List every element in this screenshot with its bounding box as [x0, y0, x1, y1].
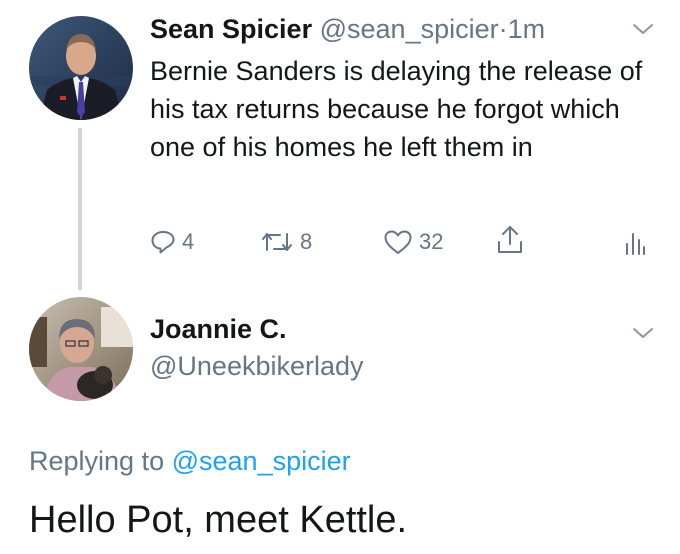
tweet2-handle[interactable]: @Uneekbikerlady — [150, 349, 364, 383]
chevron-down-icon[interactable] — [632, 326, 654, 340]
like-count: 32 — [419, 229, 444, 254]
tweet1-text: Bernie Sanders is delaying the release o… — [150, 56, 643, 162]
avatar-image — [29, 297, 133, 401]
like-button[interactable]: 32 — [383, 227, 443, 257]
share-button[interactable] — [495, 225, 525, 255]
retweet-icon — [262, 233, 292, 251]
replying-to-context: Replying to @sean_spicier — [29, 444, 351, 478]
retweet-count: 8 — [300, 229, 313, 254]
avatar-sean-spicier[interactable] — [29, 16, 133, 120]
analytics-button[interactable] — [624, 228, 646, 258]
tweet2-author-name[interactable]: Joannie C. — [150, 312, 287, 346]
heart-icon — [384, 230, 412, 254]
tweet1-separator: · — [498, 14, 508, 44]
reply-count: 4 — [182, 229, 195, 254]
tweet2-text: Hello Pot, meet Kettle. — [29, 499, 408, 541]
chevron-down-icon[interactable] — [632, 22, 654, 36]
replying-to-mention[interactable]: @sean_spicier — [172, 446, 351, 476]
replying-to-label: Replying to — [29, 446, 165, 476]
reply-icon — [151, 231, 175, 254]
avatar-image — [29, 16, 133, 120]
avatar-joannie-c[interactable] — [29, 297, 133, 401]
share-icon — [498, 226, 522, 253]
tweet1-author-name[interactable]: Sean Spicier — [150, 14, 312, 44]
reply-button[interactable]: 4 — [150, 227, 194, 257]
tweet1-timestamp[interactable]: 1m — [508, 14, 546, 44]
tweet1-header: Sean Spicier @sean_spicier·1m — [150, 12, 545, 46]
analytics-icon — [626, 233, 645, 255]
tweet1-handle[interactable]: @sean_spicier — [320, 14, 499, 44]
retweet-button[interactable]: 8 — [260, 227, 312, 257]
thread-connector-line — [78, 128, 82, 290]
